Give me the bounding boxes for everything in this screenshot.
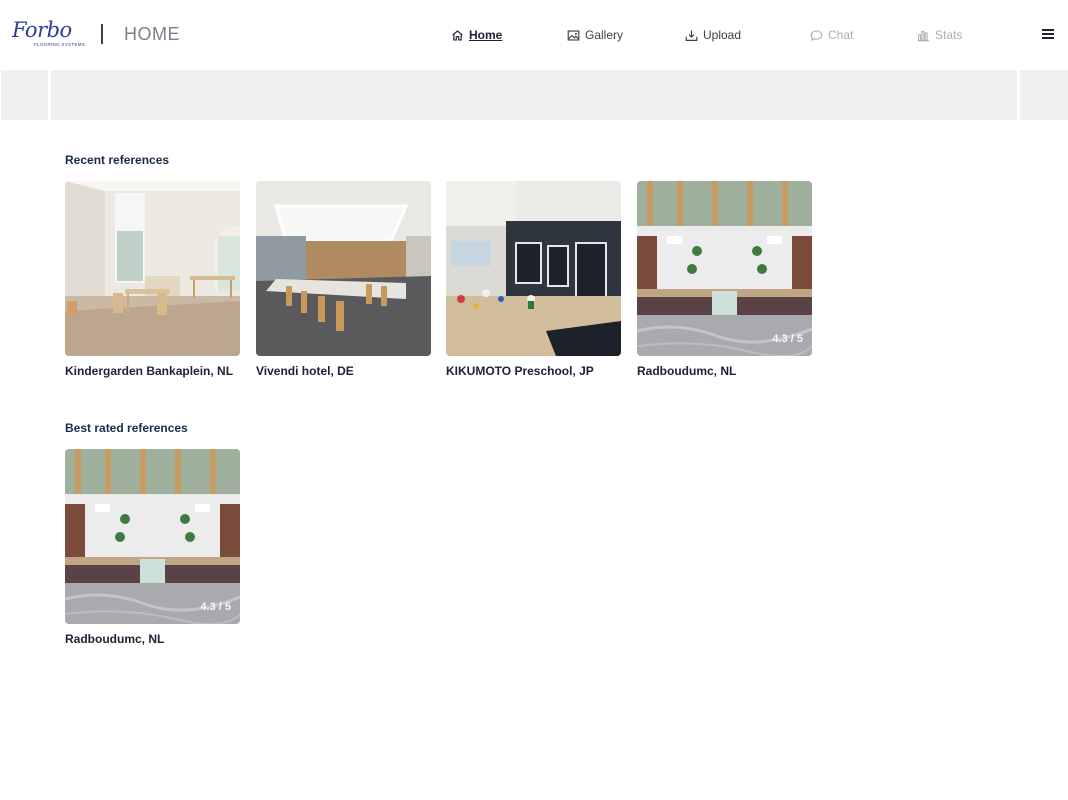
reference-thumbnail: 4.3 / 5	[65, 449, 240, 624]
banner-right-panel	[1020, 70, 1068, 120]
banner	[51, 70, 1017, 120]
bar-chart-icon	[917, 30, 930, 41]
page-title: HOME	[124, 24, 180, 44]
reference-title: Vivendi hotel, DE	[256, 364, 354, 378]
home-icon	[452, 29, 463, 41]
reference-title: Kindergarden Bankaplein, NL	[65, 364, 234, 378]
nav-upload-label: Upload	[703, 28, 742, 42]
best-rated-heading: Best rated references	[65, 421, 188, 435]
reference-thumbnail: 4.3 / 5	[637, 181, 812, 356]
hamburger-icon[interactable]	[1042, 28, 1054, 40]
nav-gallery[interactable]: Gallery	[567, 26, 623, 44]
reference-thumbnail	[446, 181, 621, 356]
nav-gallery-label: Gallery	[585, 28, 624, 42]
nav-chat-label: Chat	[828, 28, 854, 42]
reference-title: Radboudumc, NL	[65, 632, 165, 646]
nav-home[interactable]: Home	[451, 26, 502, 44]
upload-icon	[685, 30, 698, 41]
nav-stats-label: Stats	[935, 28, 963, 42]
banner-left-panel	[1, 70, 48, 120]
nav-home-label: Home	[469, 28, 503, 42]
reference-title: Radboudumc, NL	[637, 364, 737, 378]
top-bar: Forbo FLOORING SYSTEMS HOME Home Gallery…	[0, 0, 1068, 70]
reference-thumbnail	[256, 181, 431, 356]
recent-references-heading: Recent references	[65, 153, 170, 167]
nav-stats[interactable]: Stats	[917, 26, 962, 44]
logo-tagline: FLOORING SYSTEMS	[34, 42, 86, 47]
nav-chat[interactable]: Chat	[810, 26, 853, 44]
reference-title: KIKUMOTO Preschool, JP	[446, 364, 594, 378]
nav-upload[interactable]: Upload	[685, 26, 741, 44]
chat-icon	[810, 30, 823, 41]
rating-badge: 4.3 / 5	[200, 601, 231, 613]
image-icon	[567, 29, 580, 41]
reference-thumbnail	[65, 181, 240, 356]
title-divider	[101, 24, 103, 44]
forbo-logo[interactable]: Forbo FLOORING SYSTEMS	[12, 18, 85, 50]
rating-badge: 4.3 / 5	[772, 333, 803, 345]
logo-wordmark: Forbo	[12, 18, 72, 42]
